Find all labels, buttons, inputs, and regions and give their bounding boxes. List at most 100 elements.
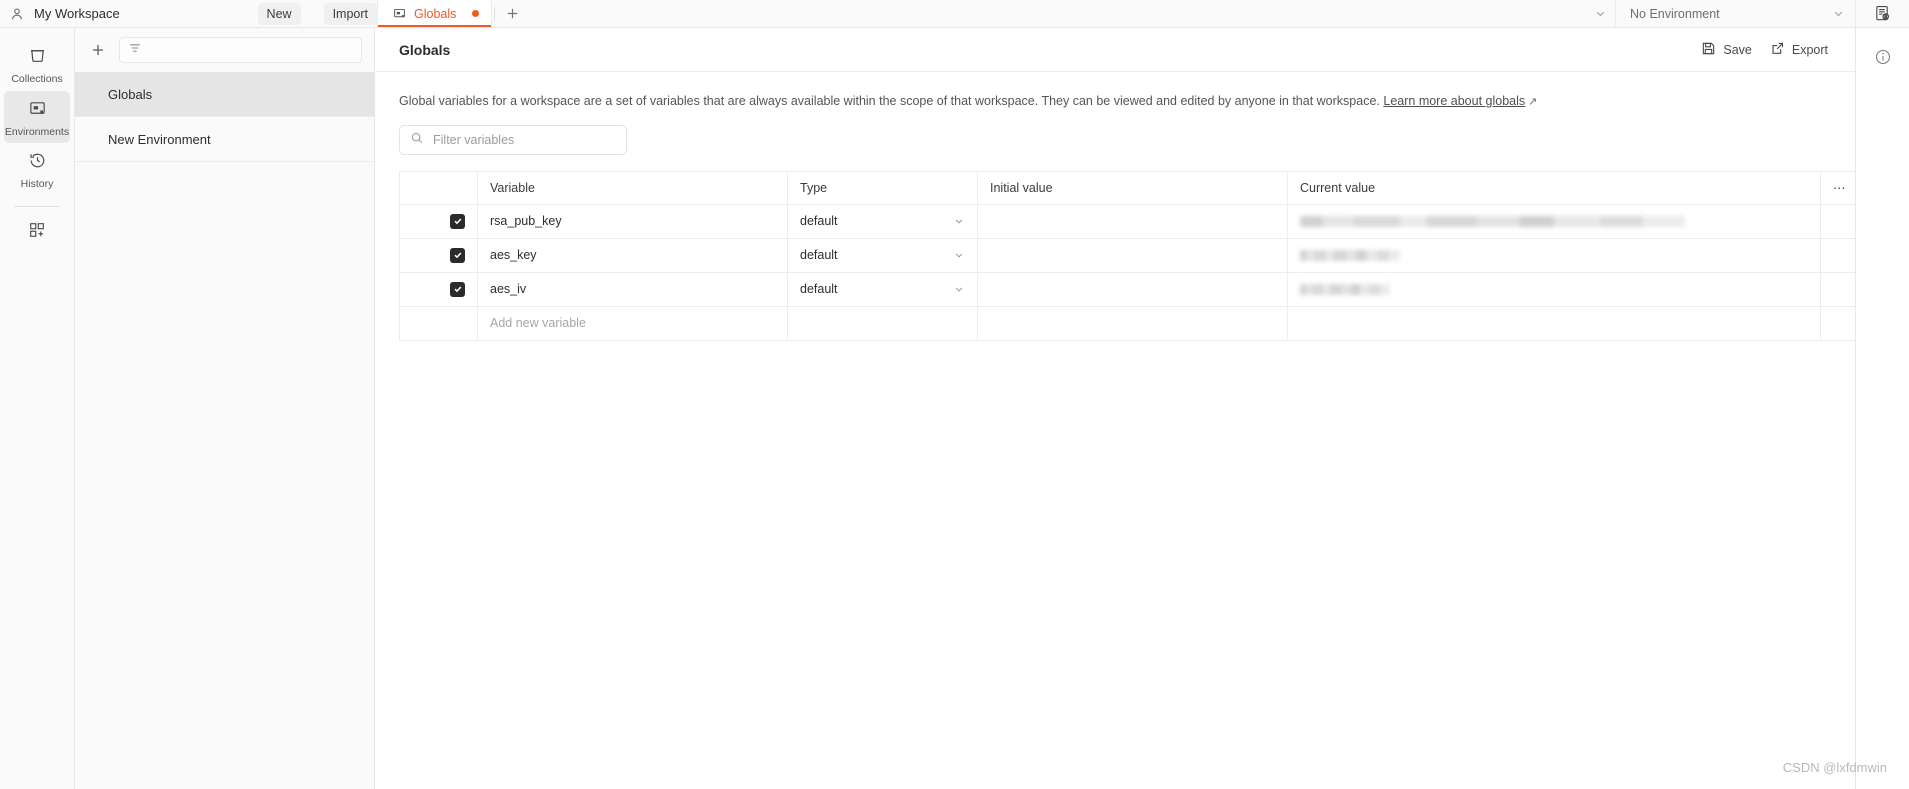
info-circle-icon[interactable] <box>1866 40 1900 74</box>
type-select: default <box>800 248 965 262</box>
sidebar-item-environments[interactable]: Environments <box>4 90 70 143</box>
new-button[interactable]: New <box>257 2 301 25</box>
description-text: Global variables for a workspace are a s… <box>399 94 1380 108</box>
environment-quick-look-icon[interactable] <box>1855 0 1909 27</box>
select-all-column <box>399 170 478 205</box>
variable-type-cell[interactable]: default <box>787 271 978 307</box>
sidebar-item-globals[interactable]: Globals <box>75 72 374 117</box>
row-checkbox-cell <box>399 237 478 273</box>
app-window: My Workspace New Import Globals No Envir… <box>0 0 1909 789</box>
top-bar: My Workspace New Import Globals No Envir… <box>0 0 1909 28</box>
initial-value[interactable] <box>977 237 1288 273</box>
empty-current-cell <box>1287 305 1821 341</box>
environment-name: New Environment <box>108 131 211 147</box>
tab-globals[interactable]: Globals <box>378 0 493 27</box>
table-row[interactable]: aes_key default <box>399 237 1861 273</box>
add-new-variable-input[interactable]: Add new variable <box>477 305 788 341</box>
export-button[interactable]: Export <box>1761 36 1837 64</box>
new-tab-button[interactable] <box>497 0 527 27</box>
workspace-name: My Workspace <box>34 6 120 21</box>
column-header-initial-value: Initial value <box>977 170 1288 205</box>
environments-icon <box>28 99 47 123</box>
export-share-icon <box>1770 41 1785 59</box>
external-link-icon: ↗ <box>1528 96 1538 108</box>
filter-lines-icon <box>128 41 142 60</box>
tab-label: Globals <box>414 6 457 21</box>
save-button[interactable]: Save <box>1692 36 1761 64</box>
row-checkbox-cell <box>399 305 478 341</box>
table-row[interactable]: aes_iv default <box>399 271 1861 307</box>
history-icon <box>28 151 47 175</box>
current-value[interactable] <box>1287 237 1821 273</box>
sidebar-item-history[interactable]: History <box>4 143 70 196</box>
primary-nav-rail: Collections Environments History <box>0 28 75 789</box>
chevron-down-icon <box>953 283 965 295</box>
row-checkbox-cell <box>399 271 478 307</box>
user-icon <box>9 6 25 22</box>
app-body: Collections Environments History Globals… <box>0 28 1909 789</box>
redacted-value <box>1300 215 1685 227</box>
chevron-down-icon <box>953 215 965 227</box>
type-value: default <box>800 214 838 229</box>
collections-icon <box>28 46 47 70</box>
create-environment-button[interactable] <box>85 37 111 63</box>
tab-divider <box>494 6 496 21</box>
sidebar-item-new-environment[interactable]: New Environment <box>75 117 374 162</box>
chevron-down-icon <box>1832 7 1845 20</box>
environment-icon <box>392 7 406 21</box>
environments-sidebar: Globals New Environment <box>75 28 375 789</box>
current-value[interactable] <box>1287 271 1821 307</box>
tab-strip: Globals <box>378 0 1615 27</box>
initial-value[interactable] <box>977 271 1288 307</box>
sidebar-filter-input[interactable] <box>119 37 362 63</box>
initial-value[interactable] <box>977 203 1288 239</box>
environment-name: Globals <box>108 86 153 102</box>
variable-name[interactable]: aes_iv <box>477 271 788 307</box>
save-disk-icon <box>1701 41 1716 59</box>
sidebar-toolbar <box>75 28 374 72</box>
tabs-chevron-down-icon[interactable] <box>1585 0 1615 27</box>
current-value[interactable] <box>1287 203 1821 239</box>
table-row[interactable]: rsa_pub_key default <box>399 203 1861 239</box>
row-checkbox[interactable] <box>450 213 465 229</box>
rail-label: Collections <box>11 73 63 85</box>
page-title: Globals <box>399 41 451 58</box>
environment-list: Globals New Environment <box>75 72 374 789</box>
type-select: default <box>800 282 965 296</box>
variable-name[interactable]: rsa_pub_key <box>477 203 788 239</box>
row-checkbox[interactable] <box>450 281 465 297</box>
watermark: CSDN @lxfdmwin <box>1782 760 1887 775</box>
export-label: Export <box>1791 42 1828 57</box>
row-checkbox[interactable] <box>450 247 465 263</box>
chevron-down-icon <box>953 249 965 261</box>
tab-spacer <box>527 0 1585 27</box>
redacted-value <box>1300 249 1400 261</box>
rail-divider <box>14 205 60 207</box>
row-checkbox-cell <box>399 203 478 239</box>
rail-label: History <box>20 178 54 190</box>
add-variable-row[interactable]: Add new variable <box>399 305 1861 341</box>
table-header-row: Variable Type Initial value Current valu… <box>399 170 1861 205</box>
variable-type-cell[interactable]: default <box>787 203 978 239</box>
save-label: Save <box>1723 42 1752 57</box>
filter-variables-input[interactable]: Filter variables <box>399 124 627 155</box>
variable-name[interactable]: aes_key <box>477 237 788 273</box>
redacted-value <box>1300 283 1390 295</box>
globals-description: Global variables for a workspace are a s… <box>375 72 1855 125</box>
learn-more-link[interactable]: Learn more about globals <box>1383 94 1525 108</box>
type-select: default <box>800 214 965 228</box>
import-button[interactable]: Import <box>323 2 377 25</box>
empty-initial-cell <box>977 305 1288 341</box>
variables-table-wrap: Variable Type Initial value Current valu… <box>375 170 1861 341</box>
column-header-type: Type <box>787 170 978 205</box>
tab-unsaved-dot <box>472 10 480 17</box>
sidebar-item-collections[interactable]: Collections <box>4 38 70 91</box>
variables-table: Variable Type Initial value Current valu… <box>399 170 1861 341</box>
main-header: Globals Save Export <box>375 28 1855 72</box>
variable-type-cell[interactable]: default <box>787 237 978 273</box>
environment-selector[interactable]: No Environment <box>1615 0 1855 27</box>
type-value: default <box>800 248 838 263</box>
apps-grid-icon[interactable] <box>15 213 59 247</box>
empty-type-cell <box>787 305 978 341</box>
environment-selector-value: No Environment <box>1630 6 1720 21</box>
